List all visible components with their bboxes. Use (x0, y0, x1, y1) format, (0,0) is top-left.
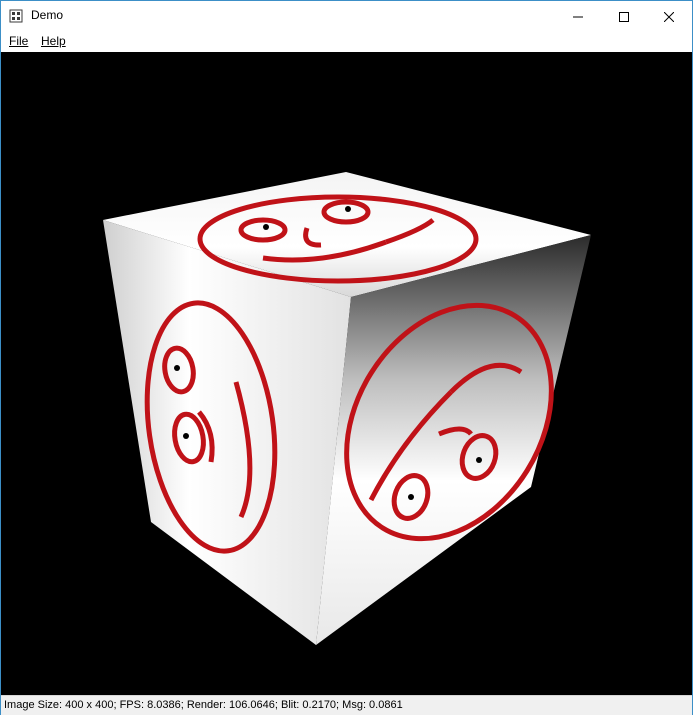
cube-right-face (316, 235, 591, 645)
menu-file-label: File (9, 34, 29, 48)
render-viewport[interactable] (1, 52, 692, 695)
title-bar[interactable]: Demo (1, 1, 692, 32)
app-icon (9, 9, 23, 23)
maximize-button[interactable] (601, 1, 647, 32)
menu-help[interactable]: Help (39, 34, 68, 48)
menu-bar: File Help (1, 32, 692, 52)
menu-file[interactable]: File (7, 34, 30, 48)
close-icon (664, 11, 674, 22)
minimize-button[interactable] (555, 1, 601, 32)
close-button[interactable] (646, 1, 692, 32)
status-text: Image Size: 400 x 400; FPS: 8.0386; Rend… (4, 699, 403, 711)
menu-help-label: Help (41, 34, 66, 48)
minimize-icon (573, 16, 583, 17)
maximize-icon (619, 11, 629, 22)
window-title: Demo (31, 8, 64, 22)
app-window: Demo File Help Image Size: 400 x 400; FP… (0, 0, 693, 715)
cube-render (103, 172, 591, 645)
status-bar: Image Size: 400 x 400; FPS: 8.0386; Rend… (1, 695, 692, 715)
